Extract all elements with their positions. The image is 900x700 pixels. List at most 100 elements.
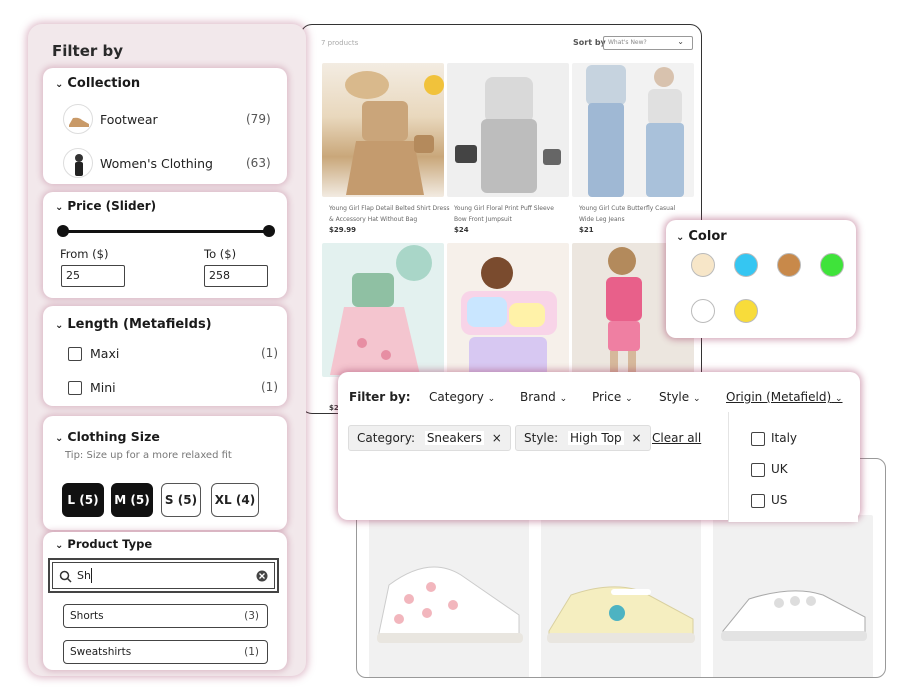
product-type-option-sweatshirts[interactable]: Sweatshirts (1) [63,640,268,664]
filter-price-label: Price [592,390,622,404]
color-swatch-brown[interactable] [777,253,801,277]
sort-value: What's New? [608,39,647,46]
length-heading: Length (Metafields) [67,317,212,332]
origin-uk-checkbox[interactable] [751,463,765,477]
price-from-label: From ($) [60,247,109,261]
color-header[interactable]: ⌄ Color [676,229,727,244]
chevron-down-icon: ⌄ [559,394,568,404]
color-swatch-cream[interactable] [691,253,715,277]
option-count: (1) [244,646,259,658]
chevron-down-icon: ⌄ [55,320,64,331]
product-price: $29.99 [329,226,357,234]
search-icon [59,570,72,583]
filter-category-dropdown[interactable]: Category ⌄ [429,390,495,404]
chevron-down-icon: ⌄ [55,202,64,213]
chip-value: Sneakers [424,431,484,445]
product-image[interactable] [713,515,873,677]
dress-illustration [330,245,432,375]
length-item-mini[interactable]: Mini [90,380,116,395]
collection-count: (79) [246,112,271,126]
price-from-input[interactable]: 25 [61,265,125,287]
product-image[interactable] [322,243,444,377]
sort-label: Sort by [573,38,606,47]
length-count: (1) [261,346,278,360]
product-type-search-input[interactable]: Sh [52,562,275,589]
product-count: 7 products [321,39,359,47]
collection-heading: Collection [67,76,141,91]
chip-value: High Top [568,431,624,445]
filter-brand-label: Brand [520,390,556,404]
size-xl-button[interactable]: XL (4) [211,483,259,517]
length-maxi-checkbox[interactable] [68,347,82,361]
price-slider-max-handle[interactable] [263,225,275,237]
origin-option-uk[interactable]: UK [771,462,788,476]
chevron-down-icon: ⌄ [692,394,701,404]
product-type-option-shorts[interactable]: Shorts (3) [63,604,268,628]
tie-dye-illustration [461,257,557,377]
filter-price-dropdown[interactable]: Price ⌄ [592,390,633,404]
filter-style-dropdown[interactable]: Style ⌄ [659,390,701,404]
size-tip: Tip: Size up for a more relaxed fit [65,450,232,461]
chevron-down-icon: ⌄ [676,232,685,243]
color-swatch-yellow[interactable] [734,299,758,323]
footwear-thumbnail[interactable] [63,104,93,134]
remove-chip-icon[interactable]: × [492,431,502,445]
color-filter-popup: ⌄ Color [666,220,856,338]
product-title[interactable]: Young Girl Floral Print Puff Sleeve Bow … [454,203,564,225]
length-item-maxi[interactable]: Maxi [90,346,119,361]
origin-us-checkbox[interactable] [751,494,765,508]
price-header[interactable]: ⌄ Price (Slider) [55,199,156,213]
color-swatch-sky-blue[interactable] [734,253,758,277]
price-slider-track[interactable] [63,230,271,233]
product-image[interactable] [572,63,694,197]
product-type-heading: Product Type [67,537,153,551]
chevron-down-icon: ⌄ [834,394,843,404]
product-type-panel: ⌄ Product Type Sh Shorts (3) Sweatshirts … [43,532,287,670]
price-to-input[interactable]: 258 [204,265,268,287]
size-s-button[interactable]: S (5) [161,483,201,517]
length-count: (1) [261,380,278,394]
filter-bar-label: Filter by: [349,390,411,404]
chevron-down-icon: ⌄ [55,540,64,551]
product-image[interactable] [369,515,529,677]
polka-sneaker-illustration [377,566,523,643]
collection-header[interactable]: ⌄ Collection [55,76,140,91]
price-panel: ⌄ Price (Slider) From ($) To ($) 25 258 [43,192,287,298]
remove-chip-icon[interactable]: × [632,431,642,445]
filter-origin-dropdown[interactable]: Origin (Metafield) ⌄ [726,390,843,404]
length-mini-checkbox[interactable] [68,381,82,395]
filter-brand-dropdown[interactable]: Brand ⌄ [520,390,567,404]
origin-italy-checkbox[interactable] [751,432,765,446]
clothing-size-header[interactable]: ⌄ Clothing Size [55,429,160,444]
product-image[interactable] [447,243,569,377]
product-image[interactable] [322,63,444,197]
collection-item-womens-clothing[interactable]: Women's Clothing [100,156,213,171]
product-image[interactable] [447,63,569,197]
yellow-sneaker-illustration [547,586,695,643]
clear-all-link[interactable]: Clear all [652,431,701,445]
origin-option-italy[interactable]: Italy [771,431,797,445]
color-swatch-white[interactable] [691,299,715,323]
clothing-size-panel: ⌄ Clothing Size Tip: Size up for a more r… [43,416,287,530]
collection-count: (63) [246,156,271,170]
filter-category-label: Category [429,390,484,404]
product-image[interactable] [541,515,701,677]
product-type-header[interactable]: ⌄ Product Type [55,537,152,551]
length-header[interactable]: ⌄ Length (Metafields) [55,317,212,332]
size-m-button[interactable]: M (5) [111,483,153,517]
collection-item-footwear[interactable]: Footwear [100,112,158,127]
clear-icon[interactable] [256,570,268,582]
product-type-search-frame: Sh [48,558,279,593]
dress-illustration [345,71,444,195]
chevron-down-icon: ⌄ [55,79,64,90]
sort-select[interactable]: What's New? ⌄ [603,36,693,50]
price-slider-min-handle[interactable] [57,225,69,237]
clothing-size-heading: Clothing Size [67,429,160,444]
product-title[interactable]: Young Girl Flap Detail Belted Shirt Dres… [329,203,451,225]
white-sneaker-illustration [721,590,867,641]
color-swatch-green[interactable] [820,253,844,277]
size-l-button[interactable]: L (5) [62,483,104,517]
womens-clothing-thumbnail[interactable] [63,148,93,178]
option-label: Shorts [70,610,104,622]
origin-option-us[interactable]: US [771,493,787,507]
